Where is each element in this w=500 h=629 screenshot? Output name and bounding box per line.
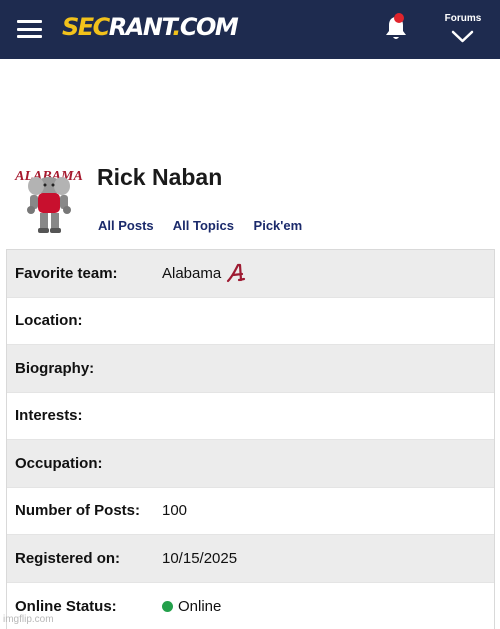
top-navigation-bar: SECRANT.COM Forums [0, 0, 500, 59]
profile-name: Rick Naban [97, 164, 223, 190]
online-status-value: Online [178, 597, 222, 615]
registered-date-value: 10/15/2025 [162, 549, 238, 567]
row-label: Biography: [15, 359, 95, 377]
row-label: Number of Posts: [15, 502, 141, 520]
online-status-dot-icon [162, 600, 173, 612]
notification-badge [394, 13, 404, 23]
row-label: Occupation: [15, 454, 103, 472]
row-label: Registered on: [15, 549, 121, 567]
table-row-number-of-posts: Number of Posts: 100 [7, 488, 494, 535]
table-row-biography: Biography: [7, 345, 494, 393]
pickem-link[interactable]: Pick'em [254, 218, 303, 233]
chevron-down-icon[interactable] [450, 28, 475, 44]
row-label: Favorite team: [15, 264, 118, 282]
table-row-online-status: Online Status: Online [7, 583, 494, 629]
forums-label[interactable]: Forums [441, 13, 485, 24]
table-row-registered-on: Registered on: 10/15/2025 [7, 535, 494, 583]
watermark: imgflip.com [3, 614, 54, 625]
site-logo[interactable]: SECRANT.COM [62, 12, 239, 42]
hamburger-menu-icon[interactable] [17, 20, 42, 38]
profile-links: All Posts All Topics Pick'em [98, 218, 318, 233]
table-row-location: Location: [7, 298, 494, 345]
favorite-team-value: Alabama [162, 264, 222, 282]
profile-details-table: Favorite team: Alabama Location: Biograp… [6, 249, 495, 629]
row-label: Interests: [15, 407, 83, 425]
table-row-interests: Interests: [7, 393, 494, 440]
row-label: Online Status: [15, 597, 117, 615]
post-count-value: 100 [162, 502, 188, 520]
all-topics-link[interactable]: All Topics [173, 218, 234, 233]
table-row-occupation: Occupation: [7, 440, 494, 488]
avatar: ALABAMA [14, 169, 83, 233]
row-label: Location: [15, 312, 83, 330]
alabama-script-a-icon [227, 264, 246, 283]
all-posts-link[interactable]: All Posts [98, 218, 154, 233]
table-row-favorite-team: Favorite team: Alabama [7, 250, 494, 298]
